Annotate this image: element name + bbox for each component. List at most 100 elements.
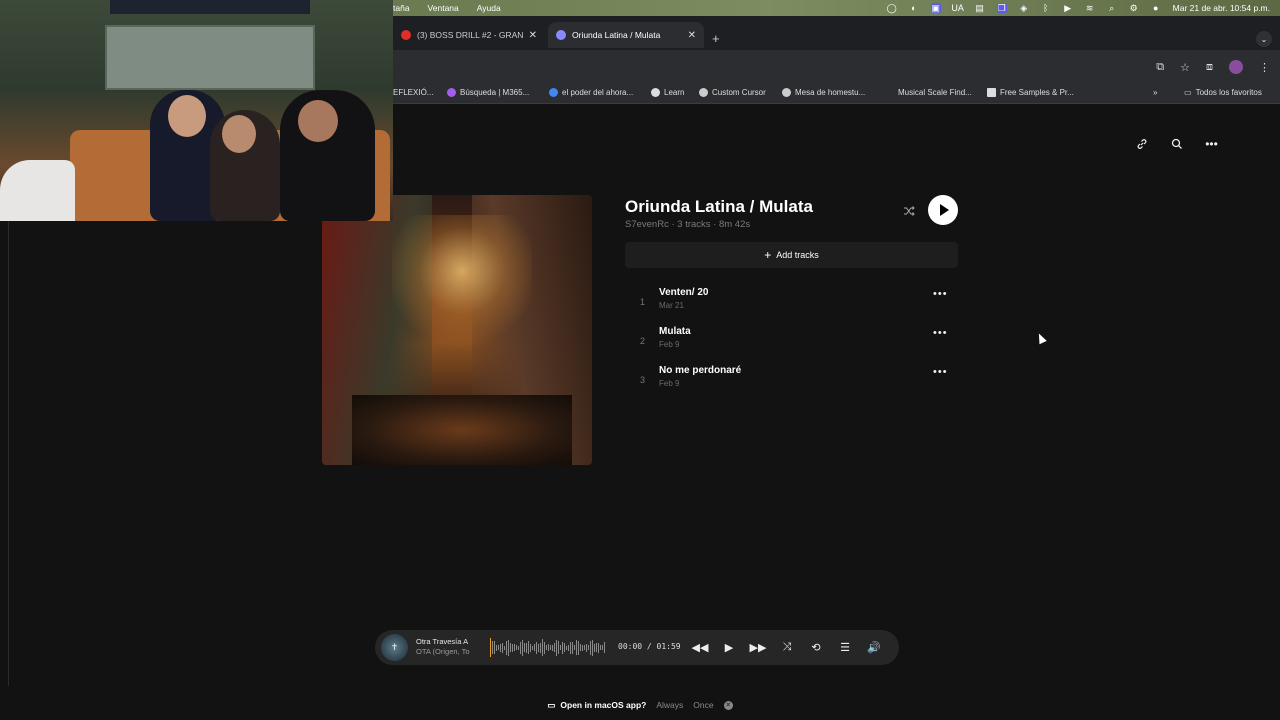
menu-item[interactable]: taña xyxy=(393,3,410,13)
folder-icon: ▭ xyxy=(1184,88,1192,97)
wifi-icon[interactable]: ≋ xyxy=(1085,3,1095,13)
vpn-icon[interactable]: ◈ xyxy=(1019,3,1029,13)
close-icon[interactable]: ✕ xyxy=(723,700,733,710)
track-more-button[interactable]: ••• xyxy=(933,327,948,339)
close-tab-icon[interactable]: ✕ xyxy=(688,30,696,41)
waveform-bar xyxy=(562,641,563,654)
toolbar-icons: ⧉ ☆ ⧈ ⋮ xyxy=(1156,60,1270,74)
waveform-bar xyxy=(534,644,535,651)
waveform-bar xyxy=(598,642,599,653)
track-number: 2 xyxy=(640,336,646,346)
status-area: ◯ ◐ ▣ UA ▤ ❐ ◈ ᛒ ▶ ≋ ⌕ ⚙ ● Mar 21 de abr… xyxy=(887,3,1270,13)
track-date: Mar 21 xyxy=(659,301,684,310)
profile-avatar[interactable] xyxy=(1229,60,1243,74)
browser-tab-active[interactable]: Oriunda Latina / Mulata ✕ xyxy=(548,22,704,48)
menu-item[interactable]: Ayuda xyxy=(477,3,501,13)
track-more-button[interactable]: ••• xyxy=(933,366,948,378)
track-name[interactable]: No me perdonaré xyxy=(659,365,741,376)
waveform-bar xyxy=(510,643,511,652)
track-name[interactable]: Mulata xyxy=(659,326,691,337)
now-playing-title[interactable]: Otra Travesía A xyxy=(416,637,478,647)
now-playing-artwork[interactable]: ✝ xyxy=(381,634,408,661)
record-icon[interactable]: ◯ xyxy=(887,3,897,13)
kebab-menu-icon[interactable]: ⋮ xyxy=(1259,61,1270,74)
waveform-bar xyxy=(556,639,557,656)
new-tab-button[interactable]: + xyxy=(712,31,720,46)
bookmark-item[interactable]: Musical Scale Find... xyxy=(898,88,972,97)
waveform-bar xyxy=(546,645,547,650)
bookmark-item[interactable]: Free Samples & Pr... xyxy=(987,88,1074,97)
bookmark-item[interactable]: Búsqueda | M365... xyxy=(447,88,529,97)
repeat-button[interactable]: ⟲ xyxy=(808,638,824,656)
close-tab-icon[interactable]: ✕ xyxy=(529,30,537,41)
track-row[interactable]: 3 No me perdonaré Feb 9 ••• xyxy=(625,364,958,400)
play-button[interactable]: ▶ xyxy=(721,638,737,656)
playhead[interactable] xyxy=(490,638,491,657)
waveform-bar xyxy=(524,643,525,652)
globe-icon xyxy=(782,88,791,97)
waveform-seekbar[interactable] xyxy=(490,638,608,657)
add-tracks-button[interactable]: + Add tracks xyxy=(625,242,958,268)
window-icon[interactable]: ❐ xyxy=(996,3,1007,13)
once-button[interactable]: Once xyxy=(693,700,713,710)
waveform-bar xyxy=(554,643,555,652)
more-options-button[interactable]: ••• xyxy=(1201,133,1222,154)
play-icon[interactable]: ▶ xyxy=(1063,3,1073,13)
play-playlist-button[interactable] xyxy=(928,195,958,225)
browser-tab[interactable]: (3) BOSS DRILL #2 - GRAND ✕ xyxy=(393,22,545,48)
laptop-icon: ▭ xyxy=(547,699,556,710)
menubar-datetime[interactable]: Mar 21 de abr. 10:54 p.m. xyxy=(1173,3,1270,13)
track-name[interactable]: Venten/ 20 xyxy=(659,287,708,298)
shuffle-button[interactable]: ⤨ xyxy=(779,638,795,656)
translate-icon[interactable]: ⧉ xyxy=(1156,61,1164,74)
input-source-label[interactable]: UA xyxy=(951,3,964,13)
waveform-bar xyxy=(580,644,581,651)
bluetooth-icon[interactable]: ᛒ xyxy=(1041,3,1051,13)
piano-icon xyxy=(987,88,996,97)
repeat-icon: ⟲ xyxy=(811,641,821,654)
waveform-bar xyxy=(518,645,519,650)
waveform-bar xyxy=(520,641,521,654)
bookmark-item[interactable]: Learn xyxy=(651,88,684,97)
waveform-bar xyxy=(570,641,571,654)
waveform-bar xyxy=(516,645,517,650)
waveform-bar xyxy=(532,645,533,650)
track-row[interactable]: 1 Venten/ 20 Mar 21 ••• xyxy=(625,286,958,322)
extensions-icon[interactable]: ⧈ xyxy=(1206,61,1213,74)
control-center-icon[interactable]: ⚙ xyxy=(1129,3,1139,13)
app-menus: taña Ventana Ayuda xyxy=(393,3,501,13)
all-bookmarks-folder[interactable]: ▭ Todos los favoritos xyxy=(1184,88,1262,97)
tab-search-button[interactable]: ⌄ xyxy=(1256,31,1272,47)
waveform-bar xyxy=(590,640,591,655)
keyboard-icon[interactable]: ▤ xyxy=(975,3,985,13)
siri-icon[interactable]: ● xyxy=(1151,3,1161,13)
queue-button[interactable]: ☰ xyxy=(837,638,853,656)
waveform-bar xyxy=(500,643,501,652)
track-more-button[interactable]: ••• xyxy=(933,288,948,300)
star-icon[interactable]: ☆ xyxy=(1180,61,1190,74)
bookmark-item[interactable]: Custom Cursor xyxy=(699,88,766,97)
waveform-bar xyxy=(584,645,585,650)
copy-link-button[interactable] xyxy=(1131,133,1152,154)
waveform-bar xyxy=(594,643,595,652)
bookmark-item[interactable]: el poder del ahora... xyxy=(549,88,633,97)
waveform-bar xyxy=(592,639,593,656)
waveform-bar xyxy=(604,642,605,653)
bookmark-item[interactable]: Mesa de homestu... xyxy=(782,88,865,97)
volume-button[interactable]: 🔊 xyxy=(866,638,882,656)
search-button[interactable] xyxy=(1166,133,1187,154)
playlist-title: Oriunda Latina / Mulata xyxy=(625,197,813,216)
bookmarks-overflow-button[interactable]: » xyxy=(1153,88,1157,97)
search-icon[interactable]: ⌕ xyxy=(1107,3,1117,13)
track-date: Feb 9 xyxy=(659,379,680,388)
bookmark-item[interactable]: EFLEXIÓ... xyxy=(393,88,433,97)
previous-button[interactable]: ◀◀ xyxy=(692,638,709,656)
next-button[interactable]: ▶▶ xyxy=(750,638,767,656)
activity-icon[interactable]: ◐ xyxy=(909,3,919,13)
track-row[interactable]: 2 Mulata Feb 9 ••• xyxy=(625,325,958,361)
screen-icon[interactable]: ▣ xyxy=(930,3,941,13)
waveform-bar xyxy=(544,641,545,654)
always-button[interactable]: Always xyxy=(656,700,683,710)
shuffle-button[interactable] xyxy=(900,202,917,219)
menu-item[interactable]: Ventana xyxy=(428,3,459,13)
